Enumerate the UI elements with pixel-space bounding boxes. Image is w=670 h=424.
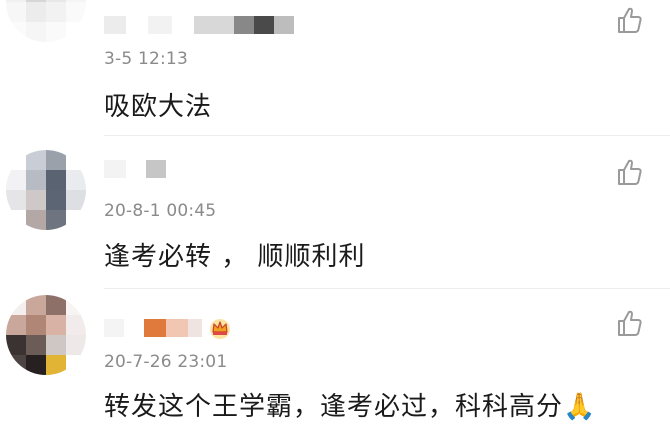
crown-badge-icon [210, 319, 230, 339]
comment-text: 逢考必转 ， 顺顺利利 [104, 242, 366, 272]
avatar[interactable] [6, 0, 86, 42]
username-pixelated[interactable] [104, 158, 166, 180]
avatar[interactable] [6, 150, 86, 230]
comment-timestamp: 20-7-26 23:01 [104, 352, 228, 372]
thumbs-up-icon[interactable] [614, 156, 646, 188]
thumbs-up-icon[interactable] [614, 4, 646, 36]
praying-hands-emoji: 🙏 [563, 392, 597, 422]
comment-item-2: 20-8-1 00:45 逢考必转 ， 顺顺利利 [0, 136, 670, 289]
thumbs-up-icon[interactable] [614, 307, 646, 339]
comment-text: 转发这个王学霸，逢考必过，科科高分🙏 [104, 386, 596, 423]
comment-item-3: 20-7-26 23:01 转发这个王学霸，逢考必过，科科高分🙏 [0, 289, 670, 424]
username-pixelated[interactable] [104, 317, 232, 339]
avatar[interactable] [6, 295, 86, 375]
comment-text-body: 转发这个王学霸，逢考必过，科科高分 [104, 392, 564, 422]
comment-timestamp: 3-5 12:13 [104, 49, 188, 69]
comment-text: 吸欧大法 [104, 92, 213, 122]
comment-timestamp: 20-8-1 00:45 [104, 201, 217, 221]
username-pixelated[interactable] [104, 14, 294, 36]
comment-item-1: 3-5 12:13 吸欧大法 [0, 0, 670, 136]
